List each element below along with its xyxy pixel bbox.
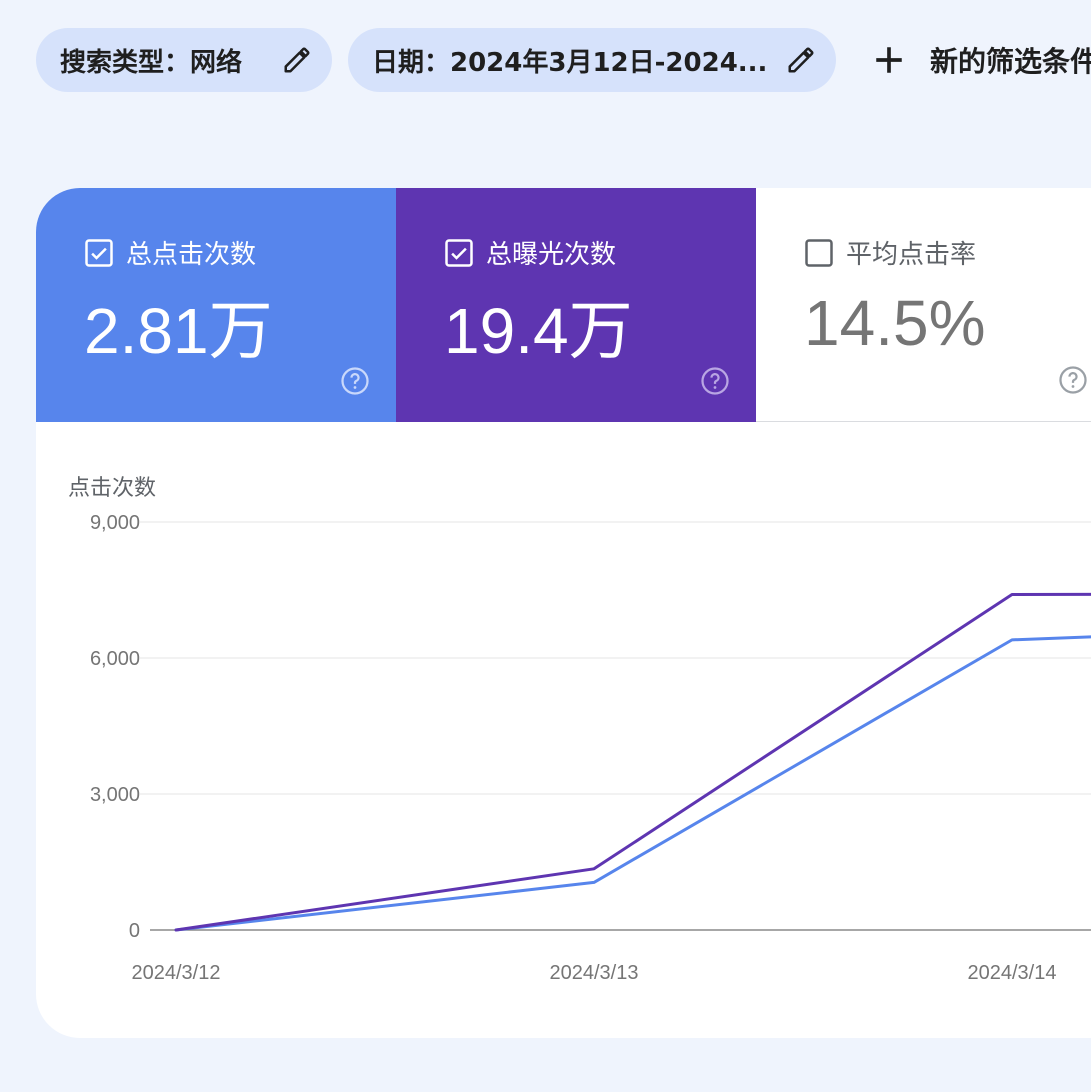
y-axis-title: 点击次数: [68, 476, 156, 501]
performance-card: 总点击次数 2.81万 总曝光次数 19.4万 平均点击率 14.5% 点击次数…: [36, 188, 1091, 1038]
search-type-filter-chip[interactable]: 搜索类型：网络: [36, 28, 332, 92]
series-line-impressions: [174, 592, 1091, 932]
y-tick-label: 6,000: [90, 648, 140, 670]
edit-pencil-icon[interactable]: [282, 45, 312, 75]
date-filter-label: 日期：2024年3月12日-2024...: [372, 47, 768, 78]
line-chart: 点击次数 9,000 6,000 3,000 0 2024/3/12 2024/3/13 20…: [68, 476, 1091, 984]
plus-icon: [876, 47, 902, 73]
x-tick-label: 2024/3/13: [550, 962, 639, 984]
search-type-filter-label: 搜索类型：网络: [60, 47, 243, 78]
x-tick-label: 2024/3/12: [132, 962, 221, 984]
series-line-clicks: [174, 635, 1091, 932]
y-tick-label: 3,000: [90, 784, 140, 806]
edit-pencil-icon[interactable]: [786, 45, 816, 75]
y-tick-label: 0: [129, 920, 140, 942]
add-filter-button[interactable]: 新的筛选条件: [872, 28, 1091, 92]
date-filter-chip[interactable]: 日期：2024年3月12日-2024...: [348, 28, 836, 92]
y-tick-label: 9,000: [90, 512, 140, 534]
x-tick-label: 2024/3/14: [968, 962, 1057, 984]
add-filter-label: 新的筛选条件: [930, 45, 1091, 78]
